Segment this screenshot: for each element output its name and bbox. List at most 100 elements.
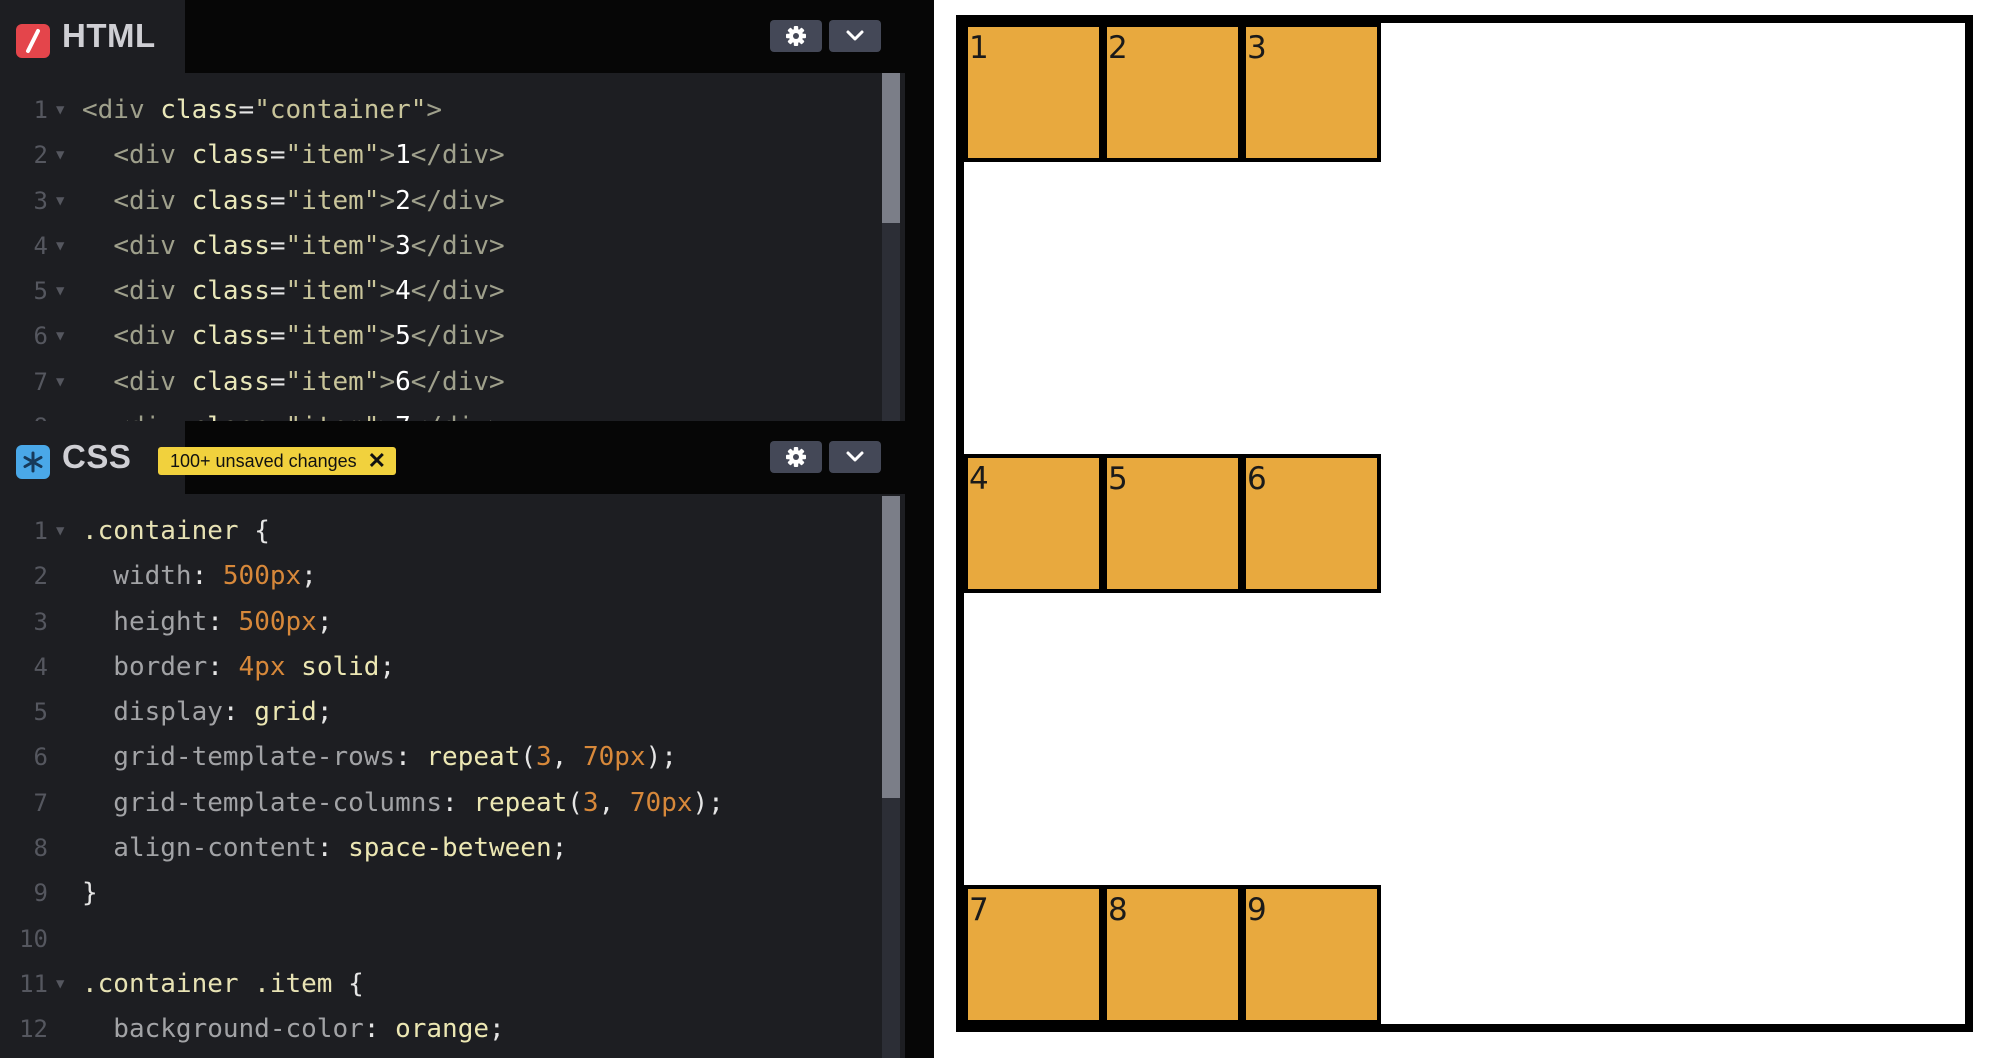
code-tag: > bbox=[379, 412, 395, 421]
code-tag: </div> bbox=[410, 276, 505, 307]
grid-item-label: 1 bbox=[969, 30, 989, 66]
css-scrollbar[interactable] bbox=[882, 496, 900, 1058]
html-collapse-button[interactable] bbox=[829, 20, 881, 52]
grid-item: 1 bbox=[964, 23, 1103, 162]
fold-arrow-icon[interactable]: ▼ bbox=[56, 88, 64, 133]
fold-arrow-icon[interactable]: ▼ bbox=[56, 405, 64, 421]
html-tab[interactable]: HTML bbox=[0, 0, 185, 73]
preview-container: 1 2 3 4 5 6 7 8 9 bbox=[956, 15, 1973, 1032]
fold-arrow-icon[interactable]: ▼ bbox=[56, 509, 64, 554]
line-number: 7 bbox=[33, 367, 48, 396]
line-number: 2 bbox=[33, 141, 48, 170]
code-string: "item" bbox=[285, 140, 380, 171]
code-line: 2 width: 500px; bbox=[0, 554, 880, 599]
fold-arrow-icon[interactable]: ▼ bbox=[56, 133, 64, 178]
code-line: 5 ▼ <div class="item">4</div> bbox=[0, 269, 880, 314]
code-tag: > bbox=[379, 230, 396, 261]
code-tag: > bbox=[426, 95, 443, 125]
code-attr: class bbox=[176, 412, 270, 421]
code-text: <div class="item">5</div> bbox=[82, 314, 504, 359]
code-text-node: 5 bbox=[395, 321, 411, 352]
code-text-node: 2 bbox=[395, 185, 411, 216]
line-number: 3 bbox=[33, 607, 48, 636]
code-attr: class bbox=[175, 366, 270, 397]
code-token: : bbox=[442, 787, 474, 818]
fold-arrow-icon[interactable]: ▼ bbox=[56, 179, 64, 224]
code-token: : bbox=[222, 697, 255, 728]
code-token: } bbox=[82, 878, 98, 909]
grid-item: 2 bbox=[1103, 23, 1242, 162]
code-token: ( bbox=[567, 787, 583, 818]
grid-item-label: 3 bbox=[1247, 30, 1267, 66]
code-token: .container .item bbox=[82, 968, 333, 999]
code-text: .container { bbox=[82, 509, 270, 554]
gear-icon bbox=[786, 26, 806, 46]
line-number: 5 bbox=[33, 698, 48, 727]
code-token: 4px bbox=[238, 651, 286, 682]
line-number: 1 bbox=[33, 96, 48, 124]
code-line: 2 ▼ <div class="item">1</div> bbox=[0, 133, 880, 178]
code-line: 10 bbox=[0, 917, 880, 962]
line-number: 6 bbox=[33, 322, 48, 351]
code-token: : bbox=[207, 606, 239, 637]
grid-item: 4 bbox=[964, 454, 1103, 593]
fold-arrow-icon[interactable]: ▼ bbox=[56, 962, 64, 1007]
css-collapse-button[interactable] bbox=[829, 441, 881, 473]
code-token: : bbox=[316, 833, 349, 864]
html-panel-title: HTML bbox=[62, 17, 156, 54]
code-text: height: 500px; bbox=[82, 600, 332, 645]
code-tag: > bbox=[379, 140, 396, 171]
code-text: .container .item { bbox=[82, 962, 364, 1007]
gear-icon bbox=[786, 447, 806, 467]
css-editor: CSS 1 ▼ .container {2 width: 500px; 3 h… bbox=[0, 421, 905, 1058]
code-line: 13 border: 4px solid; bbox=[0, 1053, 880, 1058]
grid-item: 8 bbox=[1103, 885, 1242, 1024]
code-tag: <div bbox=[113, 276, 176, 307]
code-tag: <div bbox=[113, 185, 176, 216]
line-number: 3 bbox=[33, 186, 48, 215]
code-string: "item" bbox=[285, 185, 380, 216]
code-text-node: 6 bbox=[395, 366, 411, 397]
grid-item-label: 8 bbox=[1108, 892, 1128, 928]
code-token: 70px bbox=[629, 787, 693, 818]
unsaved-changes-badge[interactable]: 100+ unsaved changes ✕ bbox=[158, 447, 397, 475]
code-token: ( bbox=[520, 742, 536, 773]
code-punc: = bbox=[269, 321, 286, 352]
code-punc: = bbox=[269, 276, 286, 307]
code-token: space-between bbox=[348, 833, 552, 864]
html-scrollbar[interactable] bbox=[882, 73, 900, 421]
css-settings-button[interactable] bbox=[770, 441, 822, 473]
slash-icon bbox=[16, 24, 50, 58]
code-punc: = bbox=[238, 95, 255, 125]
asterisk-icon bbox=[16, 445, 50, 479]
code-token: { bbox=[332, 968, 364, 999]
code-token: height bbox=[82, 606, 208, 637]
line-number: 2 bbox=[33, 562, 48, 591]
html-scroll-thumb[interactable] bbox=[882, 73, 900, 223]
pane-divider[interactable] bbox=[905, 0, 934, 1058]
close-icon[interactable]: ✕ bbox=[368, 447, 386, 475]
code-text: <div class="item">1</div> bbox=[82, 133, 504, 178]
code-tag: </div> bbox=[411, 412, 505, 421]
fold-arrow-icon[interactable]: ▼ bbox=[56, 360, 64, 405]
fold-arrow-icon[interactable]: ▼ bbox=[56, 314, 64, 359]
css-code-area[interactable]: 1 ▼ .container {2 width: 500px; 3 height: 5… bbox=[0, 509, 880, 1058]
code-text: <div class="item">6</div> bbox=[82, 360, 504, 405]
html-code-area[interactable]: 1 ▼ <div class="container"> 2 ▼ <div class="… bbox=[0, 88, 880, 421]
code-line: 3 ▼ <div class="item">2</div> bbox=[0, 179, 880, 224]
code-token: .container bbox=[82, 516, 239, 546]
grid-item-label: 7 bbox=[969, 892, 989, 928]
css-scroll-thumb[interactable] bbox=[882, 496, 900, 798]
html-settings-button[interactable] bbox=[770, 20, 822, 52]
code-line: 1 ▼ <div class="container"> bbox=[0, 88, 880, 133]
fold-arrow-icon[interactable]: ▼ bbox=[56, 269, 64, 314]
code-line: 5 display: grid; bbox=[0, 690, 880, 735]
line-number: 12 bbox=[19, 1015, 48, 1044]
line-number: 1 bbox=[33, 517, 48, 545]
html-editor: HTML 1 ▼ <div class="container"> 2 ▼ <di… bbox=[0, 0, 905, 421]
fold-arrow-icon[interactable]: ▼ bbox=[56, 224, 64, 269]
code-text: align-content: space-between; bbox=[82, 826, 567, 871]
code-token: ; bbox=[316, 606, 333, 637]
code-token: repeat bbox=[473, 787, 568, 818]
code-attr: class bbox=[175, 185, 270, 216]
